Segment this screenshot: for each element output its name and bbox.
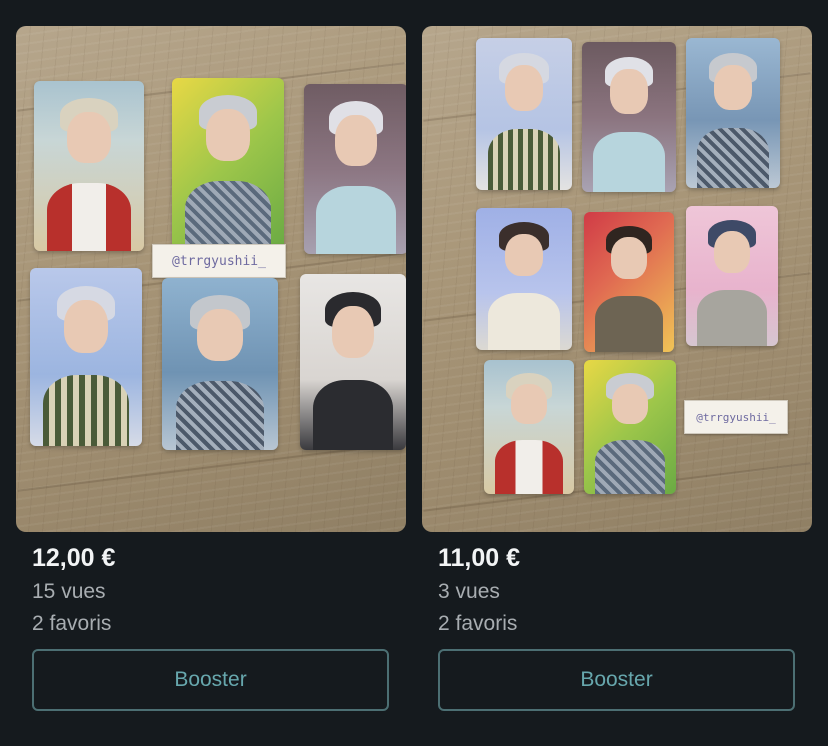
sticky-note-text: @trrgyushii_ [172,253,266,269]
photocard [476,38,572,190]
photocard [304,84,406,254]
listing-card-1[interactable]: @trrgyushii_ 12,00 € 15 vues 2 favoris B… [16,26,406,711]
listing-favorites: 2 favoris [32,612,112,635]
photocard [30,268,142,446]
photocard [686,38,780,188]
sticky-note-text: @trrgyushii_ [696,410,776,424]
listing-photo[interactable]: @trrgyushii_ [16,26,406,532]
photocard [584,360,676,494]
listing-card-2[interactable]: @trrgyushii_ 11,00 € 3 vues 2 favoris Bo… [422,26,812,711]
listing-views: 3 vues [438,580,500,603]
booster-button[interactable]: Booster [438,649,795,711]
listing-photo[interactable]: @trrgyushii_ [422,26,812,532]
listing-price: 12,00 € [32,544,116,572]
booster-button[interactable]: Booster [32,649,389,711]
watermark-sticky-note: @trrgyushii_ [152,244,286,278]
photocard [582,42,676,192]
photocard [476,208,572,350]
listing-views: 15 vues [32,580,106,603]
photocard [484,360,574,494]
photocard [172,78,284,250]
photocard [300,274,406,450]
photocard [34,81,144,251]
photocard [162,278,278,450]
watermark-sticky-note: @trrgyushii_ [684,400,788,434]
photocard [584,212,674,352]
photocard [686,206,778,346]
listing-favorites: 2 favoris [438,612,518,635]
listing-price: 11,00 € [438,544,521,572]
